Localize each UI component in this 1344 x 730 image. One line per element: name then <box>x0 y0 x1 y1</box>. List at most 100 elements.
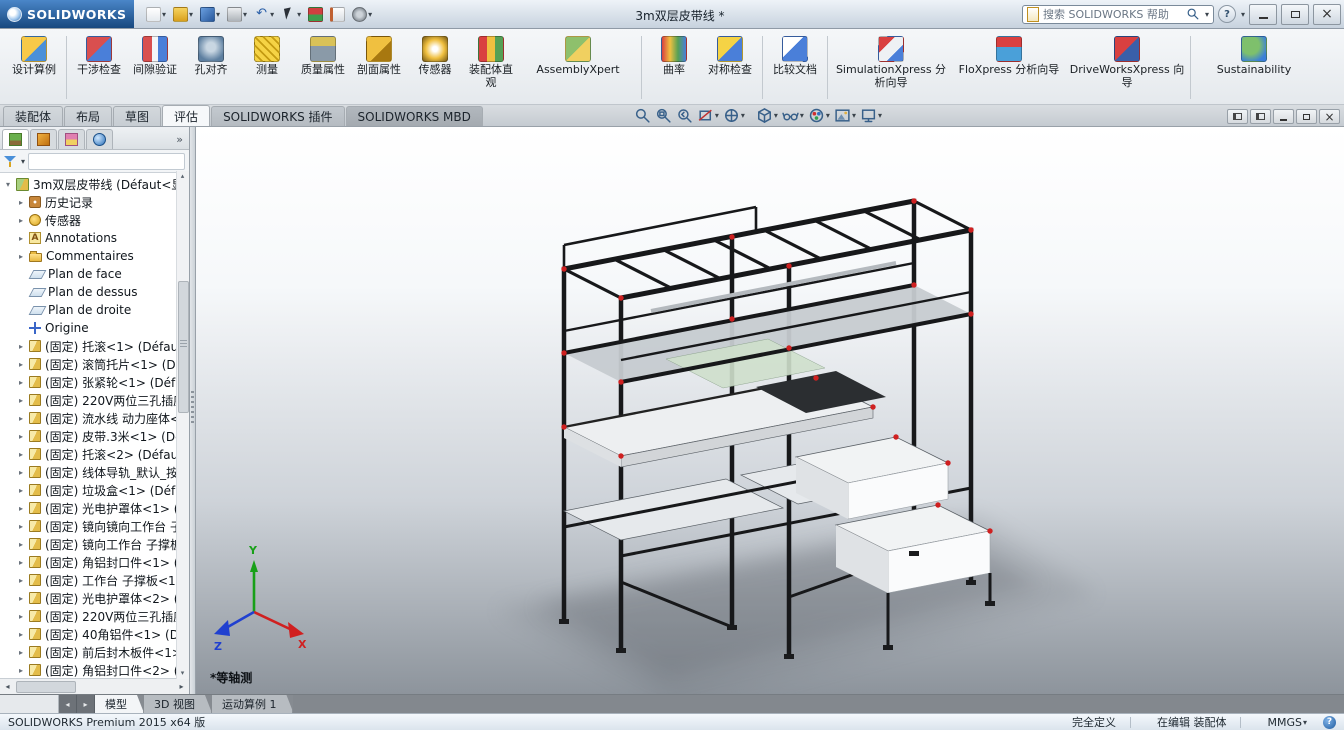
zoom-area-button[interactable] <box>653 106 674 125</box>
assembly-visualization-button[interactable]: 装配体直观 <box>463 33 519 92</box>
tab-motion-study[interactable]: 运动算例 1 <box>212 695 294 713</box>
expander-icon[interactable] <box>17 342 25 351</box>
expander-icon[interactable] <box>17 594 25 603</box>
expander-icon[interactable] <box>17 216 25 225</box>
tree-item[interactable]: 历史记录 <box>0 193 189 211</box>
expander-icon[interactable] <box>17 630 25 639</box>
tab-layout[interactable]: 布局 <box>64 106 113 126</box>
tree-item[interactable]: (固定) 工作台 子撑板<1 <box>0 571 189 589</box>
tree-item[interactable]: Commentaires <box>0 247 189 265</box>
expander-icon[interactable] <box>17 522 25 531</box>
mass-properties-button[interactable]: 质量属性 <box>295 33 351 80</box>
tree-item[interactable]: (固定) 流水线 动力座体< <box>0 409 189 427</box>
doc-minimize-button[interactable] <box>1273 109 1294 124</box>
scroll-down-arrow[interactable] <box>177 668 188 679</box>
tree-vertical-scrollbar[interactable] <box>176 171 189 679</box>
doc-close-button[interactable] <box>1319 109 1340 124</box>
graphics-viewport[interactable]: Y X Z *等轴测 <box>196 127 1344 694</box>
measure-button[interactable]: 测量 <box>239 33 295 80</box>
expander-icon[interactable] <box>17 450 25 459</box>
tab-assembly[interactable]: 装配体 <box>3 106 64 126</box>
tree-item[interactable]: (固定) 220V两位三孔插座 <box>0 391 189 409</box>
help-button[interactable] <box>1217 5 1236 23</box>
scrollbar-thumb[interactable] <box>16 680 76 693</box>
clearance-verify-button[interactable]: 间隙验证 <box>127 33 183 80</box>
previous-view-button[interactable] <box>674 106 695 125</box>
options-button[interactable] <box>350 5 374 24</box>
expander-icon[interactable] <box>17 252 25 261</box>
edit-appearance-button[interactable] <box>806 106 832 125</box>
apply-scene-button[interactable] <box>832 106 858 125</box>
section-properties-button[interactable]: 剖面属性 <box>351 33 407 80</box>
tree-item[interactable]: (固定) 托滚<1> (Défaut <box>0 337 189 355</box>
expander-icon[interactable] <box>17 414 25 423</box>
tree-item-root[interactable]: 3m双层皮带线 (Défaut<显 <box>0 175 189 193</box>
expander-icon[interactable] <box>17 576 25 585</box>
tree-item[interactable]: (固定) 张紧轮<1> (Défa <box>0 373 189 391</box>
design-study-button[interactable]: 设计算例 <box>6 33 62 80</box>
maximize-button[interactable] <box>1281 3 1309 25</box>
chevron-down-icon[interactable] <box>1303 718 1307 727</box>
tree-item[interactable]: Annotations <box>0 229 189 247</box>
expander-icon[interactable] <box>17 504 25 513</box>
tab-scroll-left-button[interactable] <box>59 695 77 713</box>
tab-sketch[interactable]: 草图 <box>113 106 162 126</box>
tree-item[interactable]: (固定) 滚筒托片<1> (Dé <box>0 355 189 373</box>
tree-item[interactable]: (固定) 角铝封口件<1> ( <box>0 553 189 571</box>
sensor-button[interactable]: 传感器 <box>407 33 463 80</box>
tab-solidworks-addins[interactable]: SOLIDWORKS 插件 <box>211 106 345 126</box>
rebuild-button[interactable] <box>306 5 325 24</box>
tree-horizontal-scrollbar[interactable] <box>0 678 189 694</box>
symmetry-check-button[interactable]: 对称检查 <box>702 33 758 80</box>
assembly-xpert-button[interactable]: AssemblyXpert <box>519 33 637 80</box>
section-view-button[interactable] <box>695 106 721 125</box>
tab-property-manager[interactable] <box>30 129 57 149</box>
expander-icon[interactable] <box>17 558 25 567</box>
expander-icon[interactable] <box>17 648 25 657</box>
tree-item[interactable]: (固定) 托滚<2> (Défaut <box>0 445 189 463</box>
filter-input[interactable] <box>28 152 185 170</box>
tree-item[interactable]: (固定) 皮带.3米<1> (Dé <box>0 427 189 445</box>
minimize-button[interactable] <box>1249 3 1277 25</box>
tab-evaluate[interactable]: 评估 <box>162 105 211 126</box>
scroll-left-arrow[interactable] <box>0 680 15 694</box>
tree-item[interactable]: Plan de dessus <box>0 283 189 301</box>
search-input[interactable]: 搜索 SOLIDWORKS 帮助 <box>1021 4 1214 24</box>
open-button[interactable] <box>171 5 195 24</box>
tab-3d-views[interactable]: 3D 视图 <box>144 695 212 713</box>
expander-icon[interactable] <box>17 666 25 675</box>
sustainability-button[interactable]: Sustainability <box>1195 33 1313 80</box>
pane-left-button[interactable] <box>1227 109 1248 124</box>
hide-show-items-button[interactable] <box>780 106 806 125</box>
tree-item[interactable]: Plan de droite <box>0 301 189 319</box>
tree-item[interactable]: (固定) 镜向镜向工作台 子 <box>0 517 189 535</box>
tree-item[interactable]: (固定) 线体导轨_默认_按 <box>0 463 189 481</box>
floxpress-button[interactable]: FloXpress 分析向导 <box>950 33 1068 80</box>
tab-configuration-manager[interactable] <box>58 129 85 149</box>
pane-right-button[interactable] <box>1250 109 1271 124</box>
interference-check-button[interactable]: 干涉检查 <box>71 33 127 80</box>
tree-item[interactable]: (固定) 光电护罩体<2> ( <box>0 589 189 607</box>
new-document-button[interactable] <box>144 5 168 24</box>
tree-item[interactable]: Origine <box>0 319 189 337</box>
tree-item[interactable]: (固定) 镜向工作台 子撑板 <box>0 535 189 553</box>
display-style-button[interactable] <box>754 106 780 125</box>
expander-icon[interactable] <box>17 432 25 441</box>
tab-solidworks-mbd[interactable]: SOLIDWORKS MBD <box>345 106 483 126</box>
scrollbar-thumb[interactable] <box>178 281 189 413</box>
doc-restore-button[interactable] <box>1296 109 1317 124</box>
tree-item[interactable]: (固定) 垃圾盒<1> (Défa <box>0 481 189 499</box>
tab-display-manager[interactable] <box>86 129 113 149</box>
tree-item[interactable]: (固定) 220V两位三孔插座 <box>0 607 189 625</box>
panel-overflow-button[interactable] <box>176 133 189 149</box>
chevron-down-icon[interactable] <box>1241 10 1245 19</box>
filter-funnel-icon[interactable] <box>4 155 17 168</box>
new-window-button[interactable] <box>328 5 347 24</box>
tree-item[interactable]: (固定) 40角铝件<1> (Dé <box>0 625 189 643</box>
chevron-down-icon[interactable] <box>1205 10 1209 19</box>
model-canvas[interactable] <box>196 127 1344 694</box>
expander-icon[interactable] <box>17 612 25 621</box>
tab-scroll-right-button[interactable] <box>77 695 95 713</box>
expander-icon[interactable] <box>17 486 25 495</box>
tab-model[interactable]: 模型 <box>95 695 144 713</box>
